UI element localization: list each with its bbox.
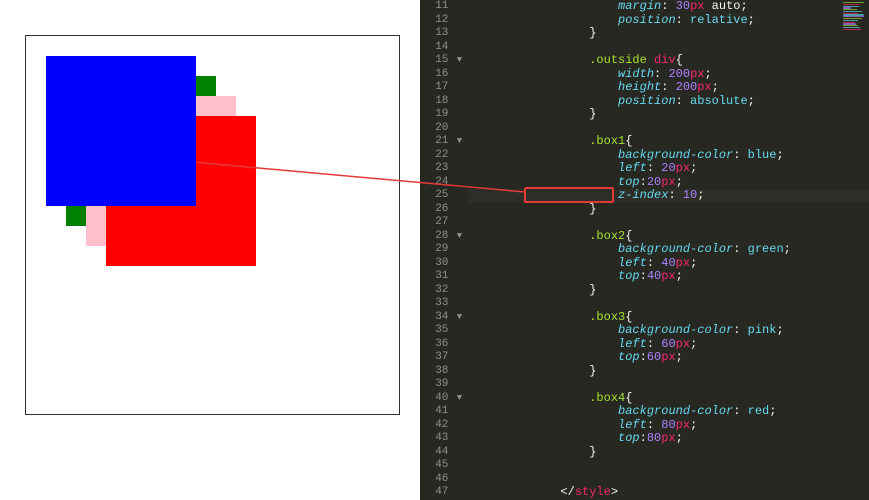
line-number[interactable]: 12 [420,14,468,28]
line-number[interactable]: 37 [420,351,468,365]
code-line[interactable]: top:80px; [474,432,869,446]
line-number[interactable]: 20 [420,122,468,136]
line-number[interactable]: 46 [420,473,468,487]
line-number[interactable]: 19 [420,108,468,122]
line-number[interactable]: 23 [420,162,468,176]
code-editor[interactable]: 11 12 13 14 15 ▼16 17 18 19 20 21 ▼22 23… [420,0,869,500]
code-line[interactable]: } [474,108,869,122]
minimap-stripe [843,27,860,28]
code-line[interactable]: .box4{ [474,392,869,406]
line-number[interactable]: 47 [420,486,468,500]
code-line[interactable]: top:40px; [474,270,869,284]
line-number[interactable]: 29 [420,243,468,257]
code-line[interactable]: .box3{ [474,311,869,325]
code-line[interactable]: margin: 30px auto; [474,0,869,14]
line-number[interactable]: 45 [420,459,468,473]
code-line[interactable]: background-color: green; [474,243,869,257]
code-content[interactable]: margin: 30px auto; position: relative; }… [474,0,869,500]
code-line[interactable]: } [474,203,869,217]
line-number[interactable]: 18 [420,95,468,109]
code-line[interactable] [474,473,869,487]
line-number[interactable]: 25 [420,189,468,203]
code-line[interactable]: height: 200px; [474,81,869,95]
code-line[interactable]: top:60px; [474,351,869,365]
line-number[interactable]: 35 [420,324,468,338]
line-number-gutter[interactable]: 11 12 13 14 15 ▼16 17 18 19 20 21 ▼22 23… [420,0,468,500]
code-line[interactable]: left: 20px; [474,162,869,176]
box1-blue [46,56,196,206]
code-line[interactable]: } [474,365,869,379]
preview-pane [0,0,420,500]
line-number[interactable]: 11 [420,0,468,14]
code-line[interactable]: width: 200px; [474,68,869,82]
line-number[interactable]: 39 [420,378,468,392]
code-line[interactable] [474,122,869,136]
line-number[interactable]: 40 ▼ [420,392,468,406]
line-number[interactable]: 13 [420,27,468,41]
code-line[interactable]: left: 40px; [474,257,869,271]
code-line[interactable]: z-index: 10; [474,189,869,203]
line-number[interactable]: 34 ▼ [420,311,468,325]
line-number[interactable]: 14 [420,41,468,55]
code-line[interactable]: background-color: pink; [474,324,869,338]
code-line[interactable]: top:20px; [474,176,869,190]
line-number[interactable]: 30 [420,257,468,271]
minimap-stripe [843,11,862,12]
minimap[interactable] [843,2,867,122]
outside-container [46,56,346,356]
code-line[interactable]: } [474,27,869,41]
line-number[interactable]: 33 [420,297,468,311]
code-line[interactable]: position: relative; [474,14,869,28]
line-number[interactable]: 43 [420,432,468,446]
code-line[interactable]: </style> [474,486,869,500]
code-line[interactable] [474,297,869,311]
minimap-stripe [843,20,858,21]
minimap-stripe [843,29,861,30]
preview-canvas [25,35,400,415]
code-line[interactable]: } [474,284,869,298]
line-number[interactable]: 24 [420,176,468,190]
code-line[interactable]: background-color: blue; [474,149,869,163]
line-number[interactable]: 31 [420,270,468,284]
code-line[interactable] [474,459,869,473]
line-number[interactable]: 38 [420,365,468,379]
line-number[interactable]: 26 [420,203,468,217]
code-line[interactable] [474,378,869,392]
code-line[interactable]: left: 80px; [474,419,869,433]
line-number[interactable]: 32 [420,284,468,298]
code-line[interactable] [474,41,869,55]
line-number[interactable]: 44 [420,446,468,460]
code-line[interactable]: .box1{ [474,135,869,149]
code-line[interactable]: left: 60px; [474,338,869,352]
line-number[interactable]: 27 [420,216,468,230]
code-line[interactable]: background-color: red; [474,405,869,419]
line-number[interactable]: 21 ▼ [420,135,468,149]
line-number[interactable]: 41 [420,405,468,419]
code-line[interactable] [474,216,869,230]
code-line[interactable]: .box2{ [474,230,869,244]
code-line[interactable]: position: absolute; [474,95,869,109]
line-number[interactable]: 17 [420,81,468,95]
line-number[interactable]: 28 ▼ [420,230,468,244]
minimap-stripe [843,4,860,5]
line-number[interactable]: 36 [420,338,468,352]
code-line[interactable]: } [474,446,869,460]
line-number[interactable]: 16 [420,68,468,82]
code-line[interactable]: .outside div{ [474,54,869,68]
line-number[interactable]: 42 [420,419,468,433]
line-number[interactable]: 22 [420,149,468,163]
line-number[interactable]: 15 ▼ [420,54,468,68]
